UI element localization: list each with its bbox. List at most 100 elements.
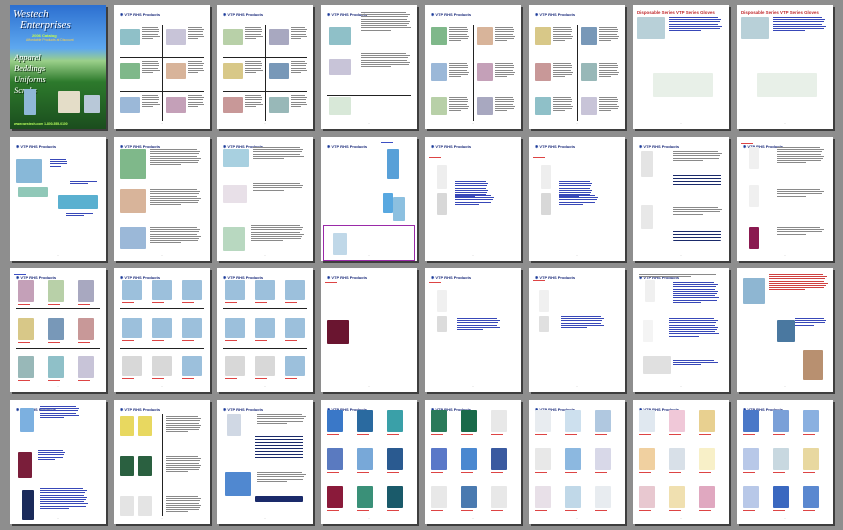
caption-link[interactable] <box>225 302 237 303</box>
caption-link[interactable] <box>803 434 815 435</box>
caption-link[interactable] <box>565 510 577 511</box>
caption-link[interactable] <box>491 434 503 435</box>
product-photo[interactable] <box>477 63 493 81</box>
caption-link[interactable] <box>461 434 473 435</box>
caption-link[interactable] <box>357 434 369 435</box>
product-photo[interactable] <box>643 320 653 342</box>
caption-link[interactable] <box>255 378 267 379</box>
product-photo[interactable] <box>535 448 551 470</box>
caption-link[interactable] <box>595 472 607 473</box>
product-photo[interactable] <box>18 280 34 302</box>
product-photo[interactable] <box>773 486 789 508</box>
caption-link[interactable] <box>122 302 134 303</box>
product-photo[interactable] <box>225 318 245 338</box>
catalog-page-thumbnail[interactable]: ✱VTP RHS Products- <box>529 400 625 524</box>
catalog-page-thumbnail[interactable]: ✱VTP RHS Products- <box>425 137 521 261</box>
caption-link[interactable] <box>225 340 237 341</box>
product-photo[interactable] <box>182 280 202 300</box>
product-photo[interactable] <box>138 456 152 476</box>
caption-link[interactable] <box>699 434 711 435</box>
product-photo[interactable] <box>803 350 823 380</box>
product-photo[interactable] <box>699 486 715 508</box>
catalog-page-thumbnail[interactable]: ✱VTP RHS Products- <box>633 400 729 524</box>
product-photo[interactable] <box>393 197 405 221</box>
product-photo[interactable] <box>387 448 403 470</box>
product-photo[interactable] <box>120 496 134 516</box>
product-photo[interactable] <box>639 448 655 470</box>
caption-link[interactable] <box>225 378 237 379</box>
caption-link[interactable] <box>381 142 393 143</box>
product-photo[interactable] <box>138 496 152 516</box>
caption-link[interactable] <box>18 304 30 305</box>
catalog-page-thumbnail[interactable]: ✱VTP RHS Products- <box>114 5 210 129</box>
caption-link[interactable] <box>431 434 443 435</box>
caption-link[interactable] <box>773 510 785 511</box>
product-photo[interactable] <box>541 165 551 189</box>
product-photo[interactable] <box>58 195 98 209</box>
catalog-page-thumbnail[interactable]: ✱VTP RHS Products- <box>217 5 313 129</box>
product-photo[interactable] <box>333 233 347 255</box>
product-photo[interactable] <box>431 410 447 432</box>
caption-link[interactable] <box>639 510 651 511</box>
caption-link[interactable] <box>565 472 577 473</box>
product-photo[interactable] <box>773 448 789 470</box>
product-photo[interactable] <box>641 151 653 177</box>
catalog-page-thumbnail[interactable]: ✱VTP RHS Products- <box>10 268 106 392</box>
product-photo[interactable] <box>653 73 713 97</box>
product-photo[interactable] <box>269 29 289 45</box>
product-photo[interactable] <box>285 356 305 376</box>
product-photo[interactable] <box>535 63 551 81</box>
product-photo[interactable] <box>152 356 172 376</box>
product-photo[interactable] <box>387 149 399 179</box>
product-photo[interactable] <box>16 159 42 183</box>
product-photo[interactable] <box>669 410 685 432</box>
catalog-page-thumbnail[interactable]: ✱VTP RHS Products- <box>737 400 833 524</box>
product-photo[interactable] <box>152 318 172 338</box>
caption-link[interactable] <box>595 510 607 511</box>
product-photo[interactable] <box>18 452 32 478</box>
caption-link[interactable] <box>285 340 297 341</box>
caption-link[interactable] <box>743 472 755 473</box>
product-photo[interactable] <box>565 410 581 432</box>
product-photo[interactable] <box>749 147 759 169</box>
catalog-page-thumbnail[interactable]: ✱VTP RHS Products- <box>529 5 625 129</box>
catalog-page-thumbnail[interactable]: ✱VTP RHS Products- <box>321 137 417 261</box>
caption-link[interactable] <box>387 434 399 435</box>
product-photo[interactable] <box>437 290 447 312</box>
product-photo[interactable] <box>491 486 507 508</box>
catalog-page-thumbnail[interactable]: ✱VTP RHS Products- <box>114 137 210 261</box>
caption-link[interactable] <box>255 302 267 303</box>
product-photo[interactable] <box>437 193 447 215</box>
product-photo[interactable] <box>699 410 715 432</box>
product-photo[interactable] <box>741 17 769 39</box>
product-photo[interactable] <box>269 63 289 79</box>
product-photo[interactable] <box>223 149 249 167</box>
caption-link[interactable] <box>357 510 369 511</box>
caption-link[interactable] <box>78 342 90 343</box>
product-photo[interactable] <box>643 356 671 374</box>
catalog-page-thumbnail[interactable]: ✱VTP RHS Products- <box>114 268 210 392</box>
caption-link[interactable] <box>387 472 399 473</box>
product-photo[interactable] <box>285 280 305 300</box>
product-photo[interactable] <box>639 486 655 508</box>
catalog-page-thumbnail[interactable]: ✱VTP RHS Products- <box>10 137 106 261</box>
product-photo[interactable] <box>48 280 64 302</box>
caption-link[interactable] <box>803 472 815 473</box>
product-photo[interactable] <box>182 318 202 338</box>
caption-link[interactable] <box>743 510 755 511</box>
product-photo[interactable] <box>357 448 373 470</box>
caption-link[interactable] <box>285 378 297 379</box>
product-photo[interactable] <box>535 410 551 432</box>
product-photo[interactable] <box>255 318 275 338</box>
product-photo[interactable] <box>223 63 243 79</box>
product-photo[interactable] <box>327 410 343 432</box>
caption-link[interactable] <box>122 340 134 341</box>
product-photo[interactable] <box>329 27 351 45</box>
catalog-page-thumbnail[interactable]: ✱VTP RHS Products- <box>633 137 729 261</box>
caption-link[interactable] <box>533 280 545 281</box>
product-photo[interactable] <box>431 448 447 470</box>
product-photo[interactable] <box>166 63 186 79</box>
catalog-page-thumbnail[interactable]: ✱VTP RHS Products- <box>321 268 417 392</box>
product-photo[interactable] <box>120 416 134 436</box>
product-photo[interactable] <box>152 280 172 300</box>
